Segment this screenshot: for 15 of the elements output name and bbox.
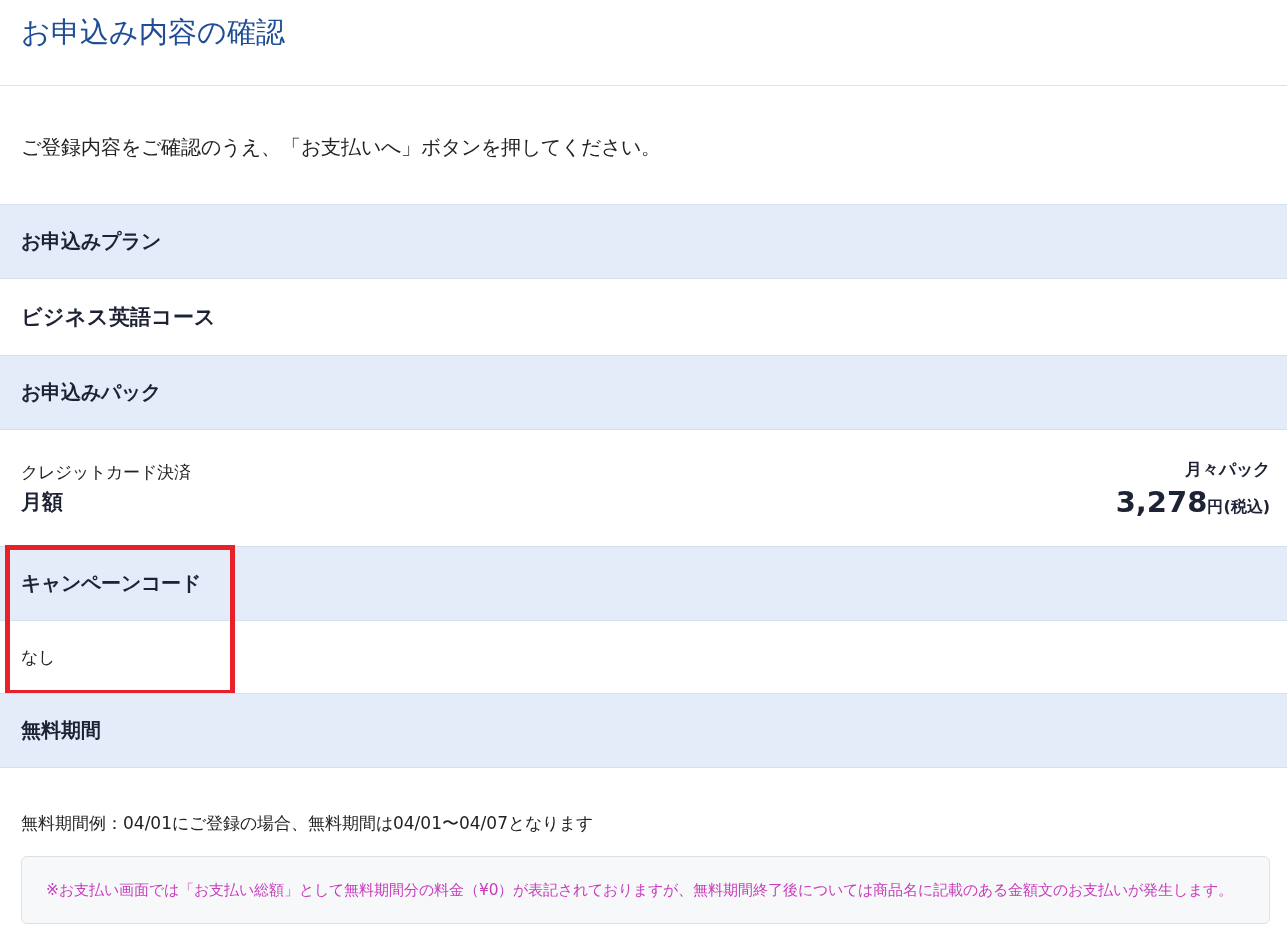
section-title: 無料期間 [21,717,101,744]
section-title: お申込みプラン [21,228,161,255]
campaign-code-value: なし [21,645,55,669]
page-title: お申込み内容の確認 [21,14,285,51]
free-period-example: 無料期間例：04/01にご登録の場合、無料期間は04/01〜04/07となります [21,812,594,835]
price: 3,278 [1115,484,1208,519]
plan-name: ビジネス英語コース [21,304,216,331]
notice-text: ※お支払い画面では「お支払い総額」として無料期間分の料金（¥0）が表記されておりますが、無料期間終了後については商品名に記載のある金額文のお支払いが発生します。 [46,880,1235,901]
instruction-text: ご登録内容をご確認のうえ、「お支払いへ」ボタンを押してください。 [20,134,662,161]
billing-type: 月額 [21,488,64,516]
section-title: お申込みパック [21,379,161,406]
price-unit: 円(税込) [1207,496,1270,518]
pack-name: 月々パック [1185,457,1270,481]
section-title: キャンペーンコード [21,570,201,597]
payment-method: クレジットカード決済 [21,460,191,484]
